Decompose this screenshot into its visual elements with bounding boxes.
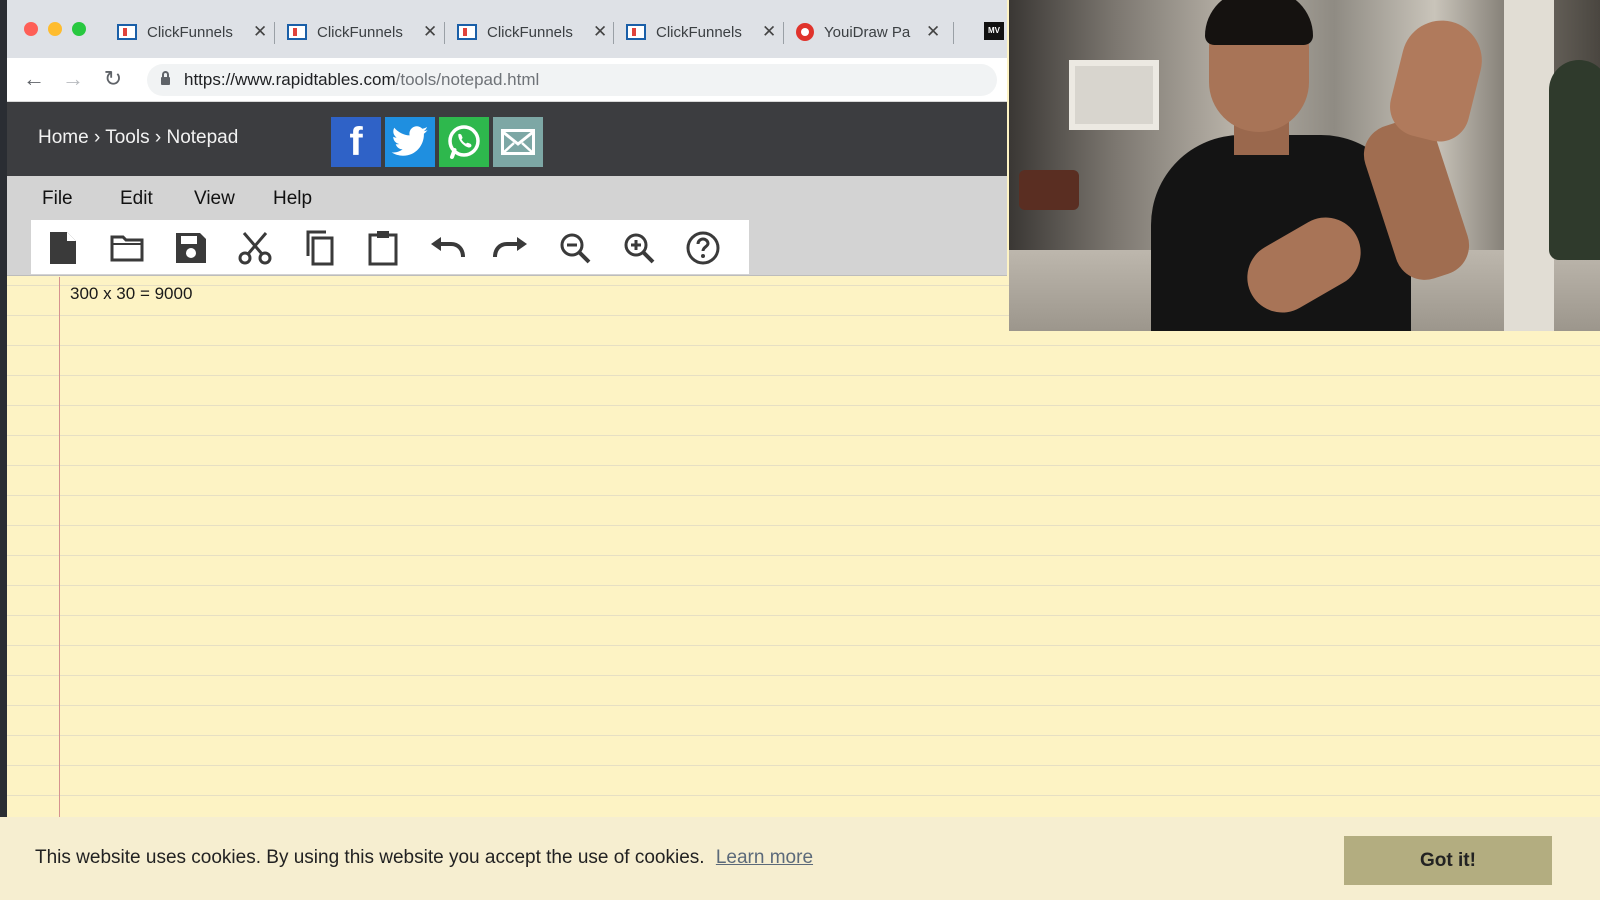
menu-bar: File Edit View Help	[7, 176, 1007, 220]
breadcrumb-tools-link[interactable]: Tools	[105, 127, 149, 148]
pillar	[1504, 0, 1554, 331]
whatsapp-share-button[interactable]	[439, 117, 489, 167]
cookie-message-text: This website uses cookies. By using this…	[35, 847, 705, 868]
close-tab-icon[interactable]: ✕	[926, 22, 940, 42]
save-icon[interactable]	[171, 228, 211, 268]
browser-tab[interactable]: ClickFunnels ✕	[626, 16, 776, 48]
zoom-in-icon[interactable]	[619, 228, 659, 268]
mv-favicon-icon[interactable]: MV	[984, 22, 1004, 40]
twitter-share-button[interactable]	[385, 117, 435, 167]
tab-title: ClickFunnels	[147, 23, 233, 41]
address-bar: ← → ↻ https://www.rapidtables.com/tools/…	[7, 58, 1007, 102]
browser-tab[interactable]: ClickFunnels ✕	[287, 16, 437, 48]
open-folder-icon[interactable]	[107, 228, 147, 268]
clickfunnels-favicon-icon	[626, 24, 646, 40]
cut-icon[interactable]	[235, 228, 275, 268]
tab-title: ClickFunnels	[656, 23, 742, 41]
close-tab-icon[interactable]: ✕	[762, 22, 776, 42]
chair	[1019, 170, 1079, 210]
tab-title: ClickFunnels	[487, 23, 573, 41]
cookie-message: This website uses cookies. By using this…	[35, 847, 813, 869]
paste-icon[interactable]	[363, 228, 403, 268]
presenter-raised-hand	[1383, 12, 1491, 148]
reload-icon[interactable]: ↻	[99, 66, 127, 92]
browser-tab[interactable]: YouiDraw Pa ✕	[796, 16, 940, 48]
youidraw-favicon-icon	[796, 23, 814, 41]
copy-icon[interactable]	[299, 228, 339, 268]
forward-icon[interactable]: →	[59, 66, 87, 92]
learn-more-link[interactable]: Learn more	[716, 847, 813, 868]
menu-view[interactable]: View	[194, 188, 235, 210]
tab-separator	[613, 22, 614, 44]
menu-file[interactable]: File	[42, 188, 73, 210]
browser-tab[interactable]: ClickFunnels ✕	[457, 16, 607, 48]
new-file-icon[interactable]	[43, 228, 83, 268]
breadcrumb-separator: ›	[154, 127, 162, 148]
maximize-window-button[interactable]	[72, 22, 86, 36]
webcam-overlay	[1009, 0, 1600, 331]
tab-separator	[953, 22, 954, 44]
clickfunnels-favicon-icon	[287, 24, 307, 40]
toolbar	[31, 220, 749, 274]
twitter-icon	[391, 126, 428, 156]
breadcrumb-home-link[interactable]: Home	[38, 127, 89, 148]
zoom-out-icon[interactable]	[555, 228, 595, 268]
email-share-button[interactable]	[493, 117, 543, 167]
clickfunnels-favicon-icon	[117, 24, 137, 40]
menu-help[interactable]: Help	[273, 188, 312, 210]
minimize-window-button[interactable]	[48, 22, 62, 36]
help-icon[interactable]	[683, 228, 723, 268]
close-tab-icon[interactable]: ✕	[253, 22, 267, 42]
notepad-textarea[interactable]	[7, 277, 1600, 817]
facebook-share-button[interactable]: f	[331, 117, 381, 167]
breadcrumb: Home › Tools › Notepad	[38, 127, 238, 149]
notepad-text[interactable]: 300 x 30 = 9000	[70, 284, 192, 304]
plant	[1549, 60, 1600, 260]
url-path: /tools/notepad.html	[395, 70, 540, 89]
got-it-button[interactable]: Got it!	[1344, 836, 1552, 885]
menu-edit[interactable]: Edit	[120, 188, 153, 210]
close-tab-icon[interactable]: ✕	[423, 22, 437, 42]
close-window-button[interactable]	[24, 22, 38, 36]
cookie-banner: This website uses cookies. By using this…	[0, 817, 1600, 900]
undo-icon[interactable]	[427, 228, 467, 268]
site-header: Home › Tools › Notepad f	[7, 102, 1007, 176]
wall-picture	[1069, 60, 1159, 130]
tab-separator	[783, 22, 784, 44]
tab-separator	[444, 22, 445, 44]
close-tab-icon[interactable]: ✕	[593, 22, 607, 42]
back-icon[interactable]: ←	[20, 66, 48, 92]
screen: ClickFunnels ✕ ClickFunnels ✕ ClickFunne…	[0, 0, 1600, 900]
url-host: https://www.rapidtables.com	[184, 70, 396, 89]
lock-icon	[161, 71, 170, 85]
presenter-hair	[1205, 0, 1313, 45]
tab-title: ClickFunnels	[317, 23, 403, 41]
facebook-icon: f	[349, 119, 363, 164]
url-field[interactable]: https://www.rapidtables.com/tools/notepa…	[147, 64, 997, 96]
browser-tab[interactable]: ClickFunnels ✕	[117, 16, 267, 48]
tab-separator	[274, 22, 275, 44]
notepad-margin-line	[59, 277, 60, 817]
tab-bar: ClickFunnels ✕ ClickFunnels ✕ ClickFunne…	[7, 0, 1007, 58]
redo-icon[interactable]	[491, 228, 531, 268]
breadcrumb-separator: ›	[93, 127, 101, 148]
breadcrumb-current: Notepad	[166, 127, 239, 148]
email-icon	[501, 129, 535, 155]
tab-title: YouiDraw Pa	[824, 23, 911, 41]
clickfunnels-favicon-icon	[457, 24, 477, 40]
whatsapp-icon	[448, 125, 480, 159]
